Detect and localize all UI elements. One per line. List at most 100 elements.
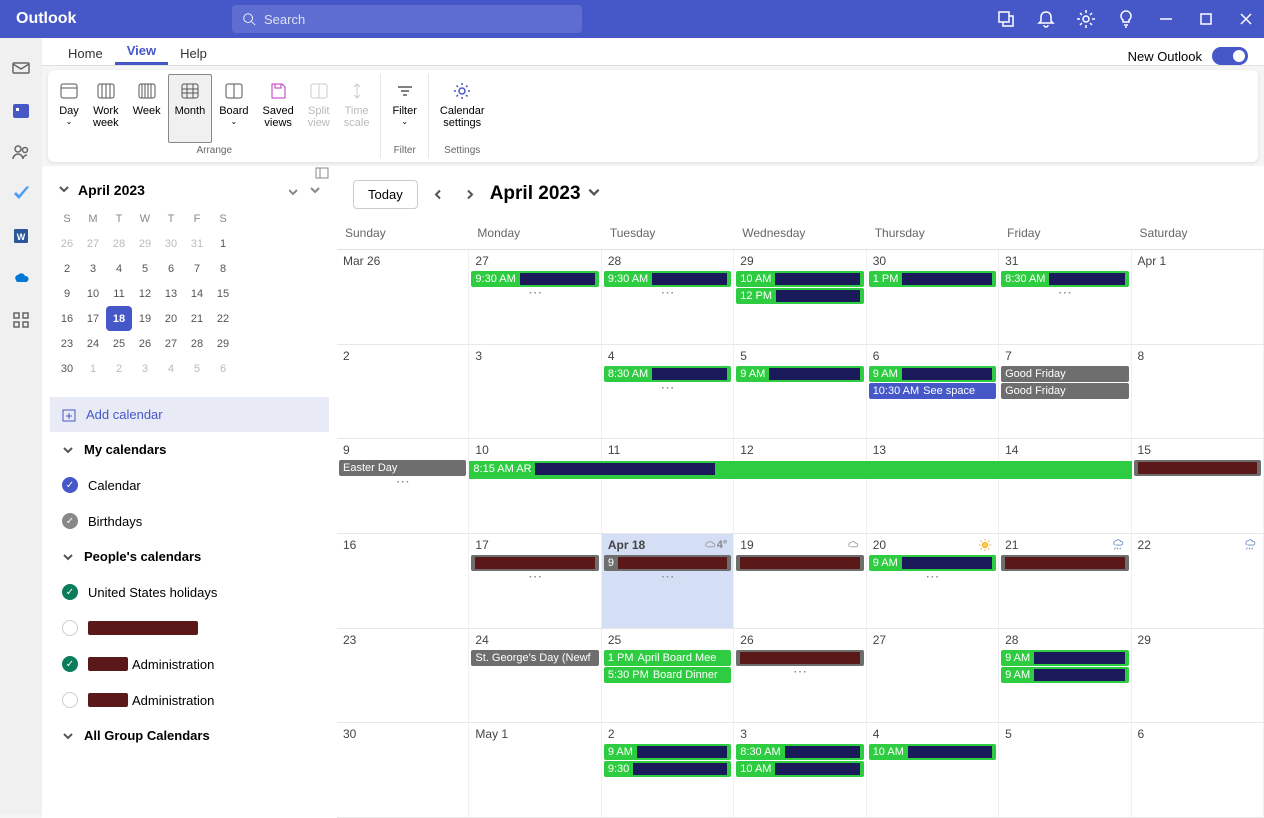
calendar-day[interactable]: 59 AM bbox=[734, 345, 866, 439]
mini-cal-day[interactable]: 23 bbox=[54, 331, 80, 356]
mini-cal-day[interactable]: 26 bbox=[54, 231, 80, 256]
mini-cal-day[interactable]: 21 bbox=[184, 306, 210, 331]
close-icon[interactable] bbox=[1236, 9, 1256, 29]
calendar-event[interactable]: 9 AM bbox=[604, 744, 731, 760]
mini-cal-day[interactable]: 26 bbox=[132, 331, 158, 356]
mini-cal-day[interactable]: 17 bbox=[80, 306, 106, 331]
maximize-icon[interactable] bbox=[1196, 9, 1216, 29]
new-outlook-toggle[interactable]: New Outlook bbox=[1128, 47, 1264, 65]
calendar-day[interactable]: 27 bbox=[867, 629, 999, 723]
calendar-event[interactable]: 12 PM bbox=[736, 288, 863, 304]
group-calendars-header[interactable]: All Group Calendars bbox=[50, 718, 329, 753]
calendar-day[interactable]: Apr 1 bbox=[1132, 250, 1264, 344]
mini-cal-day[interactable]: 22 bbox=[210, 306, 236, 331]
calendar-event[interactable]: 10:30 AMSee space bbox=[869, 383, 996, 399]
add-calendar-button[interactable]: Add calendar bbox=[50, 397, 329, 432]
calendar-item-default[interactable]: ✓ Calendar bbox=[50, 467, 329, 503]
calendar-day[interactable]: 22 bbox=[1132, 534, 1264, 628]
prev-month-icon[interactable] bbox=[289, 182, 301, 198]
calendar-day[interactable]: 6 bbox=[1132, 723, 1264, 817]
calendar-event[interactable]: 9 AM bbox=[869, 366, 996, 382]
calendar-event[interactable]: 1 PMApril Board Mee bbox=[604, 650, 731, 666]
mini-cal-day[interactable]: 14 bbox=[184, 281, 210, 306]
calendar-day[interactable]: 289:30 AM⋯ bbox=[602, 250, 734, 344]
more-events-icon[interactable]: ⋯ bbox=[339, 477, 466, 489]
today-button[interactable]: Today bbox=[353, 180, 418, 209]
calendar-event[interactable]: Good Friday bbox=[1001, 383, 1128, 399]
calendar-day[interactable]: 5 bbox=[999, 723, 1131, 817]
calendar-settings-button[interactable]: Calendar settings bbox=[433, 74, 492, 143]
mini-cal-day[interactable]: 4 bbox=[106, 256, 132, 281]
calendar-event[interactable]: 9 AM bbox=[736, 366, 863, 382]
calendar-day[interactable]: 48:30 AM⋯ bbox=[602, 345, 734, 439]
calendar-day[interactable]: 3 bbox=[469, 345, 601, 439]
calendar-day[interactable]: 21 bbox=[999, 534, 1131, 628]
search-box[interactable] bbox=[232, 5, 582, 33]
calendar-day[interactable]: 7Good FridayGood Friday bbox=[999, 345, 1131, 439]
collapse-panel-icon[interactable] bbox=[315, 166, 329, 185]
calendar-day[interactable]: 318:30 AM⋯ bbox=[999, 250, 1131, 344]
week-button[interactable]: Week bbox=[126, 74, 168, 143]
mini-cal-day[interactable]: 11 bbox=[106, 281, 132, 306]
more-events-icon[interactable]: ⋯ bbox=[604, 383, 731, 395]
calendar-day[interactable]: 289 AM9 AM bbox=[999, 629, 1131, 723]
calendar-event[interactable]: Good Friday bbox=[1001, 366, 1128, 382]
calendar-title[interactable]: April 2023 bbox=[490, 183, 601, 205]
calendar-event[interactable]: 10 AM bbox=[869, 744, 996, 760]
prev-icon[interactable] bbox=[432, 187, 444, 202]
mini-cal-day[interactable]: 4 bbox=[158, 356, 184, 381]
calendar-day[interactable]: Mar 26 bbox=[337, 250, 469, 344]
board-button[interactable]: Board⌄ bbox=[212, 74, 255, 143]
calendar-day[interactable]: 15 bbox=[1132, 439, 1264, 533]
mini-cal-day[interactable]: 30 bbox=[54, 356, 80, 381]
mini-cal-day[interactable]: 19 bbox=[132, 306, 158, 331]
calendar-event[interactable]: 10 AM bbox=[736, 271, 863, 287]
mini-cal-day[interactable]: 3 bbox=[80, 256, 106, 281]
mini-cal-day[interactable]: 16 bbox=[54, 306, 80, 331]
mini-cal-day[interactable]: 24 bbox=[80, 331, 106, 356]
calendar-item-birthdays[interactable]: ✓ Birthdays bbox=[50, 503, 329, 539]
calendar-day[interactable]: 16 bbox=[337, 534, 469, 628]
calendar-day[interactable]: 24St. George's Day (Newf bbox=[469, 629, 601, 723]
calendar-day[interactable]: 12⋯ bbox=[734, 439, 866, 533]
mini-cal-day[interactable]: 15 bbox=[210, 281, 236, 306]
coming-soon-icon[interactable] bbox=[996, 9, 1016, 29]
calendar-event[interactable]: 8:30 AM bbox=[736, 744, 863, 760]
word-icon[interactable]: W bbox=[11, 226, 31, 246]
mini-cal-day[interactable]: 8 bbox=[210, 256, 236, 281]
next-icon[interactable] bbox=[464, 187, 476, 202]
mini-cal-day[interactable]: 13 bbox=[158, 281, 184, 306]
mini-cal-day[interactable]: 28 bbox=[106, 231, 132, 256]
calendar-event[interactable]: 9 AM bbox=[1001, 650, 1128, 666]
mini-cal-day[interactable]: 2 bbox=[54, 256, 80, 281]
mini-cal-day[interactable]: 27 bbox=[158, 331, 184, 356]
mini-cal-day[interactable]: 1 bbox=[80, 356, 106, 381]
more-events-icon[interactable]: ⋯ bbox=[604, 572, 731, 584]
calendar-day[interactable]: 2 bbox=[337, 345, 469, 439]
calendar-item-person1[interactable] bbox=[50, 610, 329, 646]
more-events-icon[interactable]: ⋯ bbox=[604, 288, 731, 300]
mini-cal-day[interactable]: 12 bbox=[132, 281, 158, 306]
calendar-day[interactable]: 29 bbox=[1132, 629, 1264, 723]
calendar-day[interactable]: 10⋯ bbox=[469, 439, 601, 533]
calendar-day[interactable]: 38:30 AM10 AM bbox=[734, 723, 866, 817]
mini-cal-day[interactable]: 5 bbox=[132, 256, 158, 281]
calendar-event[interactable]: St. George's Day (Newf bbox=[471, 650, 598, 666]
calendar-day[interactable]: 30 bbox=[337, 723, 469, 817]
calendar-event[interactable]: 9 AM bbox=[1001, 667, 1128, 683]
work-week-button[interactable]: Work week bbox=[86, 74, 126, 143]
calendar-day[interactable]: 23 bbox=[337, 629, 469, 723]
calendar-event[interactable] bbox=[1134, 460, 1261, 476]
calendar-day[interactable]: 9Easter Day⋯ bbox=[337, 439, 469, 533]
tips-icon[interactable] bbox=[1116, 9, 1136, 29]
notifications-icon[interactable] bbox=[1036, 9, 1056, 29]
mini-cal-day[interactable]: 1 bbox=[210, 231, 236, 256]
more-events-icon[interactable]: ⋯ bbox=[736, 667, 863, 679]
toggle-switch[interactable] bbox=[1212, 47, 1248, 65]
mini-cal-day[interactable]: 18 bbox=[106, 306, 132, 331]
chevron-down-icon[interactable] bbox=[58, 182, 70, 198]
mini-cal-day[interactable]: 6 bbox=[158, 256, 184, 281]
calendar-day[interactable]: 17⋯ bbox=[469, 534, 601, 628]
calendar-item-admin2[interactable]: Administration bbox=[50, 682, 329, 718]
calendar-day[interactable]: 2910 AM12 PM bbox=[734, 250, 866, 344]
